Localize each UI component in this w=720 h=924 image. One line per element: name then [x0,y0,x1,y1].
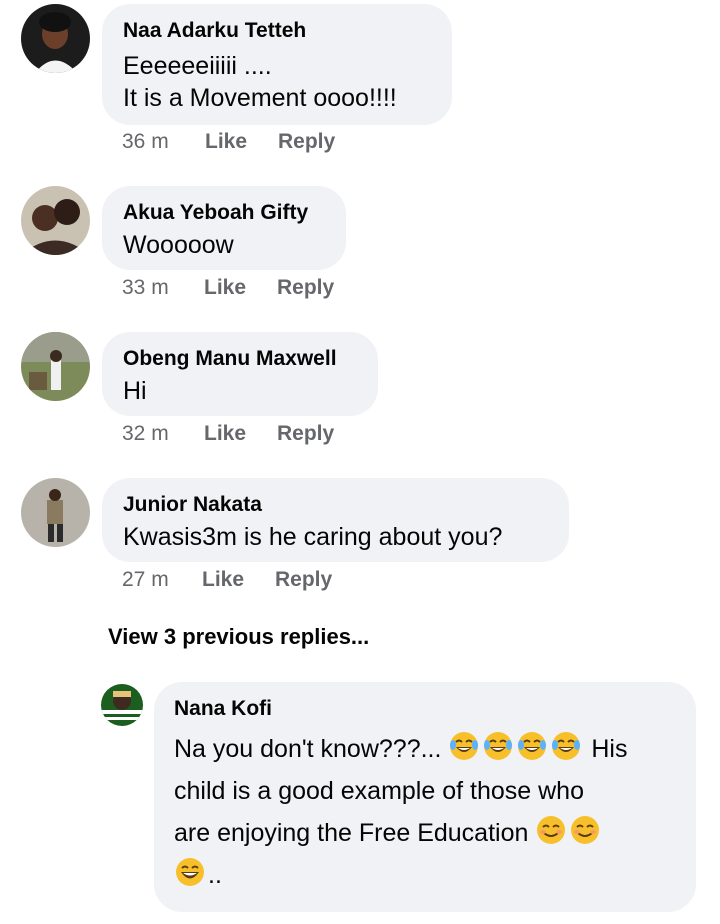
comment-text: Kwasis3m is he caring about you? [123,523,503,551]
avatar[interactable] [21,4,90,73]
comment-bubble: Obeng Manu Maxwell Hi [102,332,378,416]
like-button[interactable]: Like [205,130,278,154]
comment-text: It is a Movement oooo!!!! [123,84,397,112]
reply-text-segment: His [591,735,628,763]
comment-text: Hi [123,377,147,405]
reply-button[interactable]: Reply [275,568,332,592]
comment-bubble: Junior Nakata Kwasis3m is he caring abou… [102,478,569,562]
comment-author[interactable]: Akua Yeboah Gifty [123,200,326,226]
reply-author[interactable]: Nana Kofi [174,696,676,722]
timestamp[interactable]: 33 m [122,276,204,300]
like-button[interactable]: Like [204,276,277,300]
avatar[interactable] [21,186,90,255]
timestamp[interactable]: 27 m [122,568,202,592]
timestamp[interactable]: 36 m [122,130,205,154]
comment-bubble: Naa Adarku Tetteh Eeeeeeiiiii .... It is… [102,4,452,125]
comment-author[interactable]: Junior Nakata [123,492,549,518]
reply-button[interactable]: Reply [277,276,334,300]
comment-text: Wooooow [123,231,234,259]
reply-text-segment: .. [208,861,222,889]
reply-line: Na you don't know???... His [174,728,676,770]
comment-author[interactable]: Naa Adarku Tetteh [123,18,432,44]
reply-text-segment: are enjoying the Free Education [174,819,529,847]
comment-actions: 36 m Like Reply [122,130,335,154]
timestamp[interactable]: 32 m [122,422,204,446]
tears-of-joy-emoji [550,730,582,762]
view-previous-replies-link[interactable]: View 3 previous replies... [108,624,369,650]
tears-of-joy-emoji [516,730,548,762]
reply-line: child is a good example of those who [174,777,584,805]
comment-actions: 27 m Like Reply [122,568,332,592]
reply-line: are enjoying the Free Education [174,812,676,854]
tears-of-joy-emoji [482,730,514,762]
avatar[interactable] [21,478,90,547]
avatar[interactable] [21,332,90,401]
comment-actions: 33 m Like Reply [122,276,334,300]
like-button[interactable]: Like [204,422,277,446]
comment-bubble: Akua Yeboah Gifty Wooooow [102,186,346,270]
grinning-emoji [174,856,206,888]
comment-actions: 32 m Like Reply [122,422,334,446]
reply-bubble: Nana Kofi Na you don't know???... His ch… [154,682,696,912]
smiling-emoji [569,814,601,846]
avatar[interactable] [101,684,143,726]
like-button[interactable]: Like [202,568,275,592]
reply-button[interactable]: Reply [277,422,334,446]
reply-button[interactable]: Reply [278,130,335,154]
tears-of-joy-emoji [448,730,480,762]
comment-text: Eeeeeeiiiii .... [123,52,272,80]
reply-text-segment: Na you don't know???... [174,735,442,763]
comment-author[interactable]: Obeng Manu Maxwell [123,346,358,372]
reply-line: .. [174,854,676,896]
smiling-emoji [535,814,567,846]
